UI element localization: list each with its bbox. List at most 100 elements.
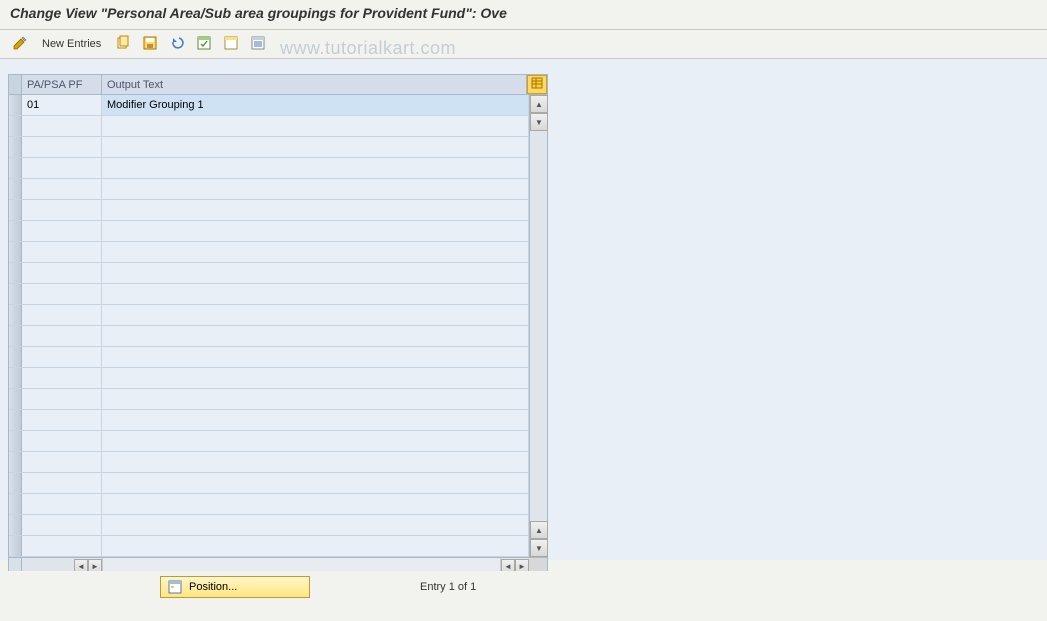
cell-output[interactable] — [102, 410, 529, 430]
undo-button[interactable] — [165, 34, 189, 54]
cell-output[interactable]: Modifier Grouping 1 — [102, 95, 529, 115]
cell-output[interactable] — [102, 263, 529, 283]
cell-papsa[interactable] — [22, 431, 102, 451]
cell-papsa[interactable] — [22, 347, 102, 367]
cell-papsa[interactable] — [22, 284, 102, 304]
cell-papsa[interactable] — [22, 326, 102, 346]
row-selector[interactable] — [9, 137, 22, 157]
position-button[interactable]: Position... — [160, 576, 310, 598]
cell-output[interactable] — [102, 221, 529, 241]
scroll-up-button[interactable]: ▲ — [530, 521, 548, 539]
column-header-output[interactable]: Output Text — [102, 75, 527, 94]
cell-output[interactable] — [102, 242, 529, 262]
cell-papsa[interactable] — [22, 473, 102, 493]
cell-papsa[interactable] — [22, 515, 102, 535]
row-selector[interactable] — [9, 221, 22, 241]
cell-output[interactable] — [102, 494, 529, 514]
new-entries-button[interactable]: New Entries — [35, 34, 108, 54]
cell-output[interactable] — [102, 137, 529, 157]
cell-papsa[interactable] — [22, 179, 102, 199]
scroll-up-button[interactable]: ▲ — [530, 95, 548, 113]
cell-papsa[interactable] — [22, 221, 102, 241]
table-row[interactable] — [9, 305, 529, 326]
column-header-papsa[interactable]: PA/PSA PF — [22, 75, 102, 94]
table-row[interactable] — [9, 347, 529, 368]
row-selector[interactable] — [9, 179, 22, 199]
row-selector[interactable] — [9, 431, 22, 451]
table-row[interactable] — [9, 158, 529, 179]
cell-output[interactable] — [102, 116, 529, 136]
row-selector[interactable] — [9, 536, 22, 556]
row-selector[interactable] — [9, 116, 22, 136]
save-button[interactable] — [138, 34, 162, 54]
table-row[interactable] — [9, 452, 529, 473]
row-selector[interactable] — [9, 473, 22, 493]
cell-output[interactable] — [102, 284, 529, 304]
cell-papsa[interactable] — [22, 137, 102, 157]
row-selector[interactable] — [9, 515, 22, 535]
table-row[interactable] — [9, 473, 529, 494]
table-row[interactable] — [9, 494, 529, 515]
cell-output[interactable] — [102, 515, 529, 535]
row-selector[interactable] — [9, 200, 22, 220]
row-selector[interactable] — [9, 284, 22, 304]
cell-papsa[interactable] — [22, 200, 102, 220]
vertical-scrollbar[interactable]: ▲ ▼ ▲ ▼ — [529, 95, 547, 557]
row-selector[interactable] — [9, 347, 22, 367]
cell-output[interactable] — [102, 431, 529, 451]
row-selector[interactable] — [9, 242, 22, 262]
row-selector[interactable] — [9, 305, 22, 325]
change-button[interactable] — [8, 34, 32, 54]
cell-papsa[interactable] — [22, 263, 102, 283]
cell-papsa[interactable] — [22, 158, 102, 178]
table-row[interactable] — [9, 410, 529, 431]
row-selector-header[interactable] — [9, 75, 22, 94]
table-row[interactable] — [9, 389, 529, 410]
table-row[interactable] — [9, 431, 529, 452]
row-selector[interactable] — [9, 326, 22, 346]
table-config-button[interactable] — [527, 75, 547, 94]
row-selector[interactable] — [9, 95, 22, 115]
cell-output[interactable] — [102, 326, 529, 346]
table-row[interactable] — [9, 536, 529, 557]
cell-papsa[interactable] — [22, 452, 102, 472]
cell-papsa[interactable] — [22, 494, 102, 514]
row-selector[interactable] — [9, 494, 22, 514]
table-row[interactable] — [9, 263, 529, 284]
scroll-track[interactable] — [530, 131, 547, 521]
cell-papsa[interactable] — [22, 242, 102, 262]
scroll-down-button[interactable]: ▼ — [530, 113, 548, 131]
cell-output[interactable] — [102, 200, 529, 220]
row-selector[interactable] — [9, 158, 22, 178]
row-selector[interactable] — [9, 452, 22, 472]
cell-output[interactable] — [102, 389, 529, 409]
copy-button[interactable] — [111, 34, 135, 54]
cell-output[interactable] — [102, 179, 529, 199]
cell-output[interactable] — [102, 368, 529, 388]
cell-output[interactable] — [102, 305, 529, 325]
row-selector[interactable] — [9, 389, 22, 409]
cell-papsa[interactable] — [22, 389, 102, 409]
cell-output[interactable] — [102, 536, 529, 556]
cell-papsa[interactable] — [22, 536, 102, 556]
select-all-button[interactable] — [192, 34, 216, 54]
table-row[interactable] — [9, 116, 529, 137]
delete-button[interactable] — [246, 34, 270, 54]
cell-output[interactable] — [102, 452, 529, 472]
table-row[interactable] — [9, 179, 529, 200]
deselect-all-button[interactable] — [219, 34, 243, 54]
table-row[interactable] — [9, 326, 529, 347]
table-row[interactable] — [9, 242, 529, 263]
cell-output[interactable] — [102, 473, 529, 493]
cell-papsa[interactable]: 01 — [22, 95, 102, 115]
row-selector[interactable] — [9, 368, 22, 388]
table-row[interactable] — [9, 284, 529, 305]
cell-output[interactable] — [102, 347, 529, 367]
row-selector[interactable] — [9, 263, 22, 283]
table-row[interactable] — [9, 137, 529, 158]
cell-papsa[interactable] — [22, 410, 102, 430]
row-selector[interactable] — [9, 410, 22, 430]
table-row[interactable]: 01 Modifier Grouping 1 — [9, 95, 529, 116]
table-row[interactable] — [9, 200, 529, 221]
cell-papsa[interactable] — [22, 116, 102, 136]
